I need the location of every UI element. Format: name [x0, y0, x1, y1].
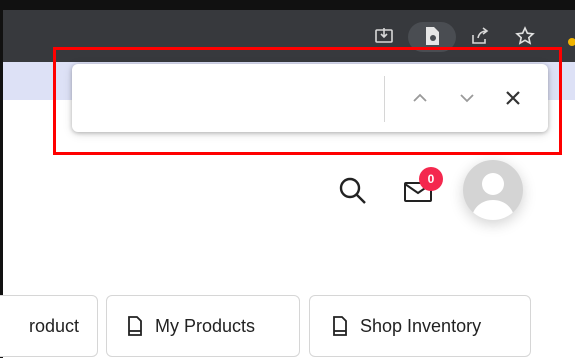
notification-badge: 0	[419, 167, 443, 191]
document-icon	[332, 316, 348, 336]
avatar[interactable]	[463, 160, 523, 220]
chevron-up-icon	[413, 93, 427, 102]
bookmark-star-icon[interactable]	[513, 24, 537, 48]
shop-inventory-button[interactable]: Shop Inventory	[309, 295, 531, 357]
browser-toolbar	[3, 10, 575, 62]
find-previous-button[interactable]	[408, 86, 432, 110]
my-products-button[interactable]: My Products	[106, 295, 300, 357]
find-divider	[384, 76, 385, 122]
close-icon	[506, 91, 520, 105]
my-products-label: My Products	[155, 315, 256, 336]
find-input[interactable]	[84, 78, 386, 120]
shop-inventory-label: Shop Inventory	[360, 315, 482, 336]
window-top-border	[0, 0, 575, 10]
find-next-button[interactable]	[455, 86, 479, 110]
install-app-icon[interactable]	[372, 24, 396, 48]
extension-indicator	[568, 38, 575, 46]
user-silhouette-icon	[471, 173, 515, 220]
find-in-page-bar	[72, 64, 548, 132]
chevron-down-icon	[460, 94, 474, 103]
share-icon[interactable]	[468, 24, 492, 48]
search-icon	[339, 177, 366, 204]
document-icon	[127, 316, 143, 336]
page-icon[interactable]	[420, 24, 444, 48]
add-product-label: roduct	[28, 315, 79, 336]
find-close-button[interactable]	[501, 86, 525, 110]
search-button[interactable]	[336, 174, 370, 208]
add-product-button[interactable]: roduct	[0, 295, 98, 357]
